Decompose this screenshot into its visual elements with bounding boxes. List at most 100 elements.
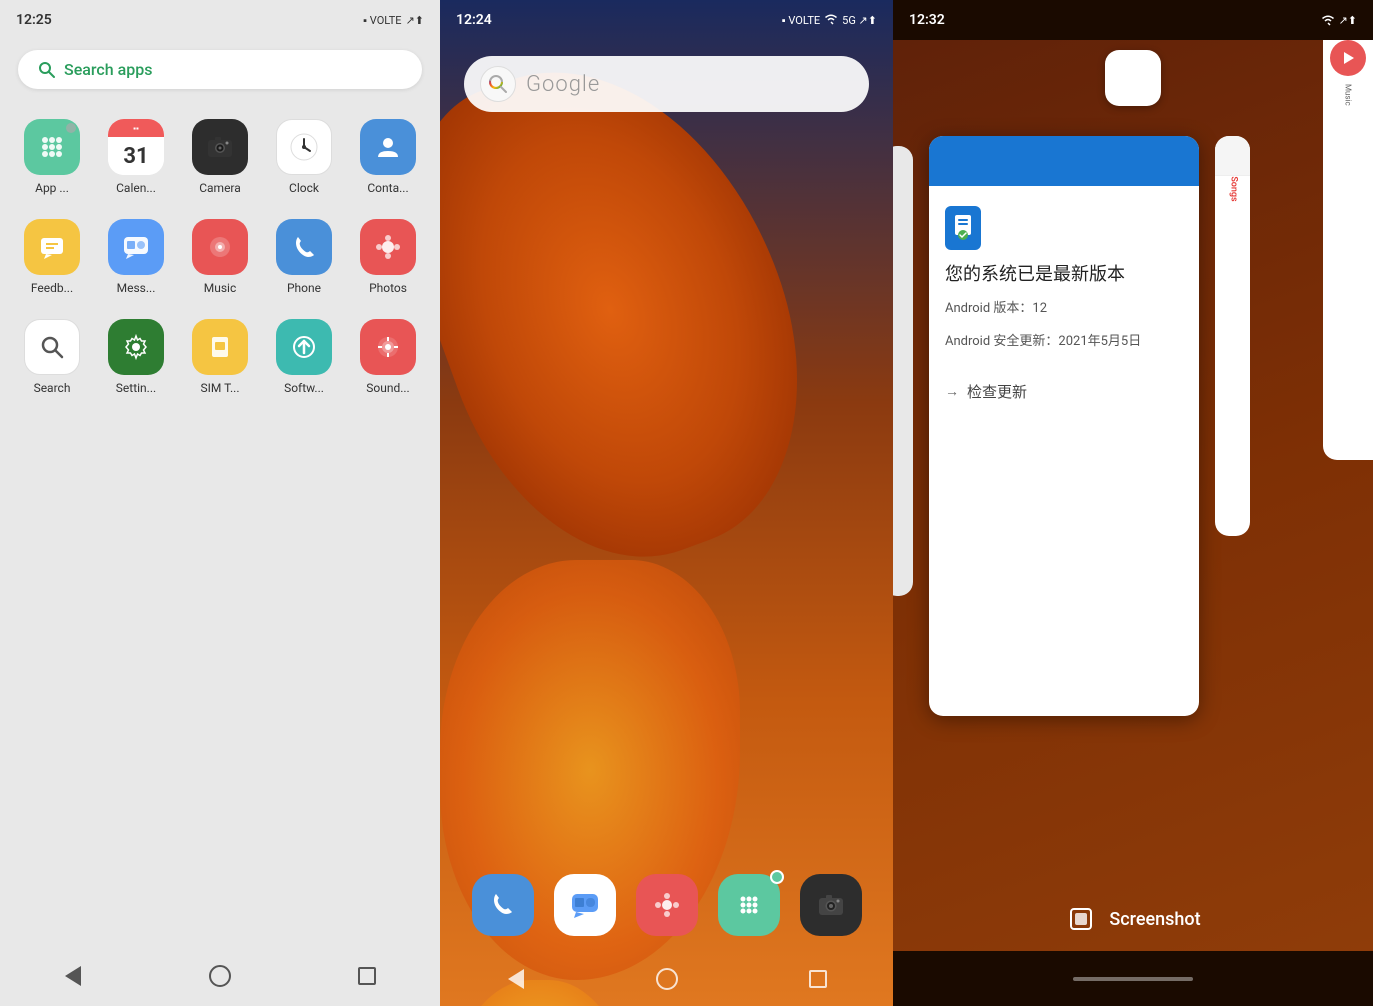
app-icon-sim [192, 319, 248, 375]
app-item-settings[interactable]: Settin... [94, 307, 178, 407]
app-label-contacts: Conta... [353, 181, 423, 195]
app-label-search: Search [17, 381, 87, 395]
screenshot-bar: Screenshot [893, 887, 1373, 951]
search-svg [38, 333, 66, 361]
app-icon-search [24, 319, 80, 375]
app-icon-clock [276, 119, 332, 175]
messages-svg [122, 233, 150, 261]
card-partial-left[interactable] [893, 146, 913, 596]
back-button-1[interactable] [58, 961, 88, 991]
update-title: 您的系统已是最新版本 [945, 262, 1183, 287]
status-icons-1: ▪ VOLTE ↗⬆ [363, 14, 424, 27]
magnifier-icon [487, 73, 509, 95]
app-grid: App ... ▪▪ 31 Calen... [0, 107, 440, 407]
battery-icon-1: ▪ VOLTE [363, 14, 401, 27]
recent-apps-panel: 12:32 ↗⬆ [893, 0, 1373, 1006]
android-version: Android 版本：12 [945, 299, 1183, 320]
app-icon-messages [108, 219, 164, 275]
status-icons-3: ↗⬆ [1321, 14, 1357, 27]
card-header [929, 136, 1199, 186]
focused-app-icon-area [893, 40, 1373, 116]
app-item-app-drawer[interactable]: App ... [10, 107, 94, 207]
app-item-phone[interactable]: Phone [262, 207, 346, 307]
battery-2: ▪ VOLTE [782, 14, 820, 27]
focused-app-icon [1105, 50, 1161, 106]
list-icon [1331, 301, 1353, 319]
app-item-search[interactable]: Search [10, 307, 94, 407]
card-partial-right-1[interactable]: Songs [1215, 136, 1250, 536]
recent-button-1[interactable] [352, 961, 382, 991]
app-item-feedback[interactable]: Feedb... [10, 207, 94, 307]
app-label-app-drawer: App ... [17, 181, 87, 195]
app-label-software: Softw... [269, 381, 339, 395]
system-update-card[interactable]: 您的系统已是最新版本 Android 版本：12 Android 安全更新：20… [929, 136, 1199, 716]
dock-app-drawer[interactable] [718, 874, 780, 936]
arrow-right-icon: → [945, 383, 959, 400]
signal-3: ↗⬆ [1339, 14, 1357, 27]
software-svg [290, 333, 318, 361]
app-label-clock: Clock [269, 181, 339, 195]
dock-messages[interactable] [554, 874, 616, 936]
app-item-sim[interactable]: SIM T... [178, 307, 262, 407]
recent-button-2[interactable] [803, 964, 833, 994]
app-icon-camera [192, 119, 248, 175]
screenshot-label: Screenshot [1109, 909, 1200, 930]
list-icon-area [1331, 300, 1353, 324]
signal-2: 5G ↗⬆ [842, 14, 877, 27]
dock-phone-icon [489, 891, 517, 919]
status-icons-2: ▪ VOLTE 5G ↗⬆ [782, 13, 877, 28]
sound-svg [374, 333, 402, 361]
app-label-phone: Phone [269, 281, 339, 295]
app-item-camera[interactable]: Camera [178, 107, 262, 207]
back-button-2[interactable] [501, 964, 531, 994]
check-update-label: 检查更新 [967, 381, 1027, 402]
app-item-photos[interactable]: Photos [346, 207, 430, 307]
search-apps-bar[interactable]: Search apps [18, 50, 422, 89]
status-bar-3: 12:32 ↗⬆ [893, 0, 1373, 40]
google-search-bar[interactable]: Google [464, 56, 869, 112]
app-icon-photos [360, 219, 416, 275]
home-screen-panel: 12:24 ▪ VOLTE 5G ↗⬆ [440, 0, 893, 1006]
app-item-clock[interactable]: Clock [262, 107, 346, 207]
app-label-camera: Camera [185, 181, 255, 195]
dock-messages-icon [570, 890, 600, 920]
card-content: 您的系统已是最新版本 Android 版本：12 Android 安全更新：20… [929, 186, 1199, 716]
check-update-row[interactable]: → 检查更新 [945, 381, 1183, 402]
dock-phone[interactable] [472, 874, 534, 936]
app-item-sound[interactable]: Sound... [346, 307, 430, 407]
app-label-music: Music [185, 281, 255, 295]
home-indicator-3 [1073, 977, 1193, 981]
app-icon-contacts [360, 119, 416, 175]
app-label-calendar: Calen... [101, 181, 171, 195]
sim-svg [207, 334, 233, 360]
app-drawer-panel: 12:25 ▪ VOLTE ↗⬆ Search apps [0, 0, 440, 1006]
app-icon-software [276, 319, 332, 375]
app-item-messages[interactable]: Mess... [94, 207, 178, 307]
update-svg [952, 215, 974, 241]
app-label-messages: Mess... [101, 281, 171, 295]
search-icon [38, 61, 56, 79]
home-button-1[interactable] [205, 961, 235, 991]
status-bar-2: 12:24 ▪ VOLTE 5G ↗⬆ [440, 0, 893, 40]
time-1: 12:25 [16, 12, 52, 28]
signal-icon-1: ↗⬆ [406, 14, 424, 27]
app-label-feedback: Feedb... [17, 281, 87, 295]
dock-photos[interactable] [636, 874, 698, 936]
music-svg [206, 233, 234, 261]
photos-svg [374, 233, 402, 261]
app-item-music[interactable]: Music [178, 207, 262, 307]
dock-camera[interactable] [800, 874, 862, 936]
nav-bar-1 [0, 946, 440, 1006]
dock-photos-icon [653, 891, 681, 919]
app-item-calendar[interactable]: ▪▪ 31 Calen... [94, 107, 178, 207]
contacts-svg [374, 133, 402, 161]
app-item-contacts[interactable]: Conta... [346, 107, 430, 207]
app-icon-phone [276, 219, 332, 275]
app-drawer-icon [37, 132, 67, 162]
nav-bar-2 [440, 951, 893, 1006]
app-item-software[interactable]: Softw... [262, 307, 346, 407]
home-button-2[interactable] [652, 964, 682, 994]
app-icon-settings [108, 319, 164, 375]
dock-bar [440, 864, 893, 946]
screenshot-icon [1065, 903, 1097, 935]
